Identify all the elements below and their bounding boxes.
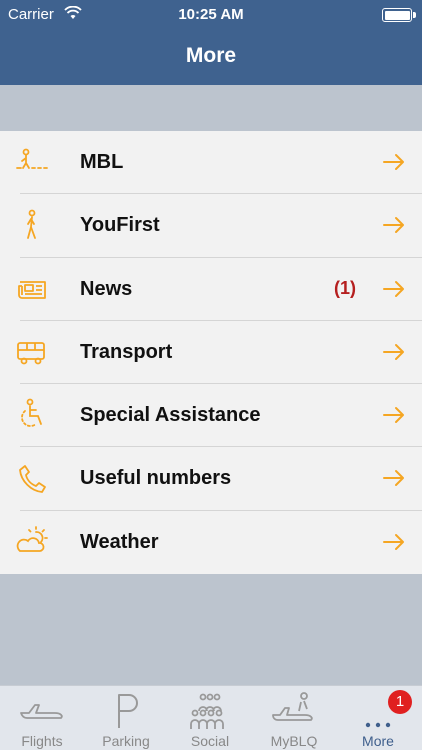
tab-flights[interactable]: Flights <box>0 686 84 750</box>
more-menu-list: MBL YouFirst News (1) Transport Special … <box>0 131 422 574</box>
menu-item-news[interactable]: News (1) <box>0 258 422 321</box>
page-title: More <box>185 44 237 67</box>
tab-myblq[interactable]: MyBLQ <box>252 686 336 750</box>
airplane-icon <box>20 704 63 719</box>
walkway-icon <box>16 148 48 169</box>
parking-icon <box>118 694 138 728</box>
more-tab-badge: 1 <box>388 690 412 714</box>
bus-icon <box>17 341 45 365</box>
menu-item-label: News <box>80 277 133 300</box>
menu-item-useful-numbers[interactable]: Useful numbers <box>0 447 422 511</box>
tab-parking[interactable]: Parking <box>84 686 168 750</box>
menu-item-label: Special Assistance <box>80 404 261 427</box>
menu-item-transport[interactable]: Transport <box>0 321 422 385</box>
news-count-badge: (1) <box>334 277 356 298</box>
tab-more[interactable]: 1 More <box>336 686 420 750</box>
tab-label: Flights <box>21 733 63 749</box>
arrow-right-icon <box>383 217 404 234</box>
tab-social[interactable]: Social <box>168 686 252 750</box>
clock: 10:25 AM <box>178 6 244 23</box>
person-on-plane-icon <box>272 692 313 721</box>
arrow-right-icon <box>383 533 404 550</box>
menu-item-label: YouFirst <box>80 214 160 237</box>
menu-item-label: MBL <box>80 151 124 173</box>
newspaper-icon <box>18 280 46 299</box>
arrow-right-icon <box>383 407 404 424</box>
menu-item-youfirst[interactable]: YouFirst <box>0 194 422 258</box>
battery-icon <box>382 8 416 22</box>
weather-icon <box>16 525 48 552</box>
phone-icon <box>19 465 46 494</box>
arrow-right-icon <box>383 154 404 170</box>
tab-label: Parking <box>102 733 150 749</box>
arrow-right-icon <box>383 280 404 297</box>
wheelchair-icon <box>21 398 42 428</box>
arrow-right-icon <box>383 343 404 360</box>
menu-item-label: Useful numbers <box>80 467 232 490</box>
menu-item-mbl[interactable]: MBL <box>0 131 422 195</box>
status-bar: Carrier 10:25 AM <box>0 0 422 30</box>
arrow-right-icon <box>383 470 404 487</box>
menu-item-weather[interactable]: Weather <box>0 511 422 574</box>
tab-label: Social <box>190 733 230 749</box>
tab-bar: Flights Parking Social MyBLQ 1 More <box>0 685 422 750</box>
menu-item-special-assistance[interactable]: Special Assistance <box>0 384 422 448</box>
navigation-bar: More <box>0 30 422 85</box>
tab-label: More <box>362 733 394 749</box>
person-walking-icon <box>27 209 36 240</box>
people-icon <box>190 693 224 729</box>
menu-item-label: Weather <box>80 530 159 553</box>
menu-item-label: Transport <box>80 340 173 363</box>
tab-label: MyBLQ <box>270 733 318 749</box>
